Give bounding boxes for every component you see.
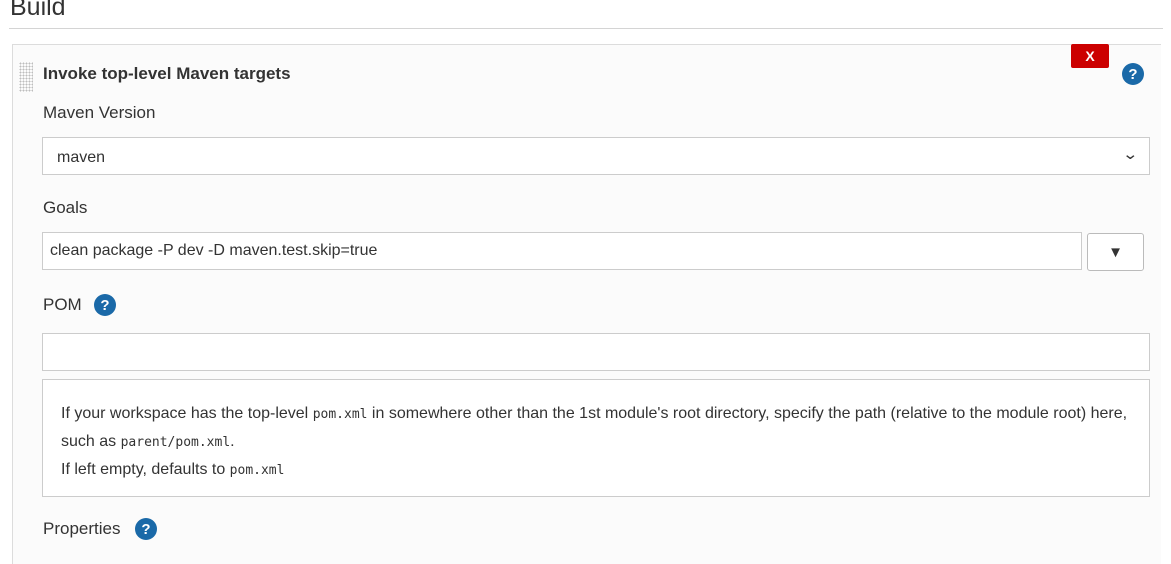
pom-label: POM (43, 295, 82, 314)
drag-handle-icon[interactable] (19, 62, 33, 92)
maven-version-selected: maven (57, 149, 106, 166)
section-divider (9, 28, 1163, 29)
pom-help-text: . (230, 433, 235, 450)
maven-version-select[interactable]: maven ⌄ (42, 137, 1150, 175)
pom-help-code: parent/pom.xml (120, 435, 231, 450)
properties-label: Properties (43, 519, 121, 538)
properties-help-icon[interactable]: ? (135, 518, 157, 540)
pom-help-panel: If your workspace has the top-level pom.… (42, 379, 1150, 497)
goals-label: Goals (43, 198, 88, 217)
pom-help-icon[interactable]: ? (94, 294, 116, 316)
pom-help-text: If your workspace has the top-level (61, 405, 313, 422)
triangle-down-icon: ▼ (1108, 243, 1123, 261)
chevron-down-icon: ⌄ (1122, 146, 1139, 163)
step-title: Invoke top-level Maven targets (43, 64, 291, 83)
delete-step-button[interactable]: X (1071, 44, 1109, 68)
pom-input[interactable] (42, 333, 1150, 371)
pom-help-code: pom.xml (229, 463, 285, 478)
section-title: Build (10, 0, 66, 21)
pom-help-text: If left empty, defaults to (61, 461, 230, 478)
maven-version-label: Maven Version (43, 103, 156, 122)
goals-input[interactable]: clean package -P dev -D maven.test.skip=… (42, 232, 1082, 270)
pom-help-code: pom.xml (312, 407, 368, 422)
step-help-icon[interactable]: ? (1122, 63, 1144, 85)
expand-goals-button[interactable]: ▼ (1087, 233, 1144, 271)
